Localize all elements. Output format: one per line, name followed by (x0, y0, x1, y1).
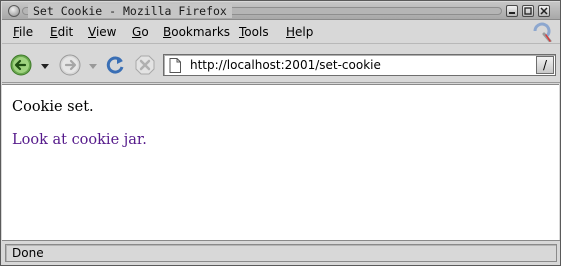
page-icon (169, 58, 181, 73)
menu-file[interactable]: File (13, 25, 33, 40)
menu-help-mnemonic: H (286, 25, 296, 39)
back-arrow-icon[interactable] (10, 54, 32, 76)
status-bar: Done (2, 240, 560, 265)
menu-help-label: elp (295, 25, 314, 39)
status-text: Done (12, 246, 44, 260)
navigation-toolbar: http://localhost:2001/set-cookie / (2, 45, 560, 83)
status-panel: Done (5, 244, 557, 262)
menu-go-label: o (141, 25, 149, 39)
back-history-dropdown-icon[interactable] (41, 64, 49, 69)
menu-edit-mnemonic: E (50, 25, 58, 39)
activity-throbber-icon (533, 22, 552, 42)
menu-bar: File Edit View Go Bookmarks Tools Help (2, 21, 560, 44)
cookie-set-message: Cookie set. (12, 99, 94, 115)
cookie-jar-link[interactable]: Look at cookie jar. (12, 131, 147, 149)
maximize-icon[interactable] (522, 5, 534, 17)
go-button[interactable]: / (536, 56, 554, 74)
menu-bookmarks-mnemonic: B (163, 25, 172, 39)
menu-bookmarks-label: ookmarks (171, 25, 231, 39)
menu-go[interactable]: Go (132, 25, 149, 40)
forward-history-dropdown-icon[interactable] (89, 64, 97, 69)
menu-view-label: iew (95, 25, 117, 39)
menu-help[interactable]: Help (286, 25, 313, 40)
address-bar[interactable]: http://localhost:2001/set-cookie / (163, 54, 556, 76)
menu-bookmarks[interactable]: Bookmarks (163, 25, 230, 40)
menu-go-mnemonic: G (132, 25, 142, 39)
menu-edit[interactable]: Edit (50, 25, 73, 40)
menu-view-mnemonic: V (88, 25, 96, 39)
forward-arrow-icon[interactable] (59, 54, 81, 76)
menu-tools-label: ools (244, 25, 269, 39)
menu-edit-label: dit (57, 25, 74, 39)
browser-window: Set Cookie - Mozilla Firefox File Edit V… (0, 0, 561, 266)
page-content: Cookie set. Look at cookie jar. (2, 84, 559, 240)
window-title: Set Cookie - Mozilla Firefox (28, 4, 232, 18)
close-icon[interactable] (538, 5, 550, 17)
stop-icon[interactable] (134, 54, 156, 76)
menu-file-label: ile (19, 25, 34, 39)
reload-icon[interactable] (104, 54, 126, 76)
minimize-icon[interactable] (506, 5, 518, 17)
menu-tools[interactable]: Tools (239, 25, 269, 40)
window-menu-icon[interactable] (8, 5, 20, 17)
url-text[interactable]: http://localhost:2001/set-cookie (190, 58, 381, 73)
title-bar[interactable]: Set Cookie - Mozilla Firefox (2, 2, 560, 20)
menu-view[interactable]: View (88, 25, 116, 40)
